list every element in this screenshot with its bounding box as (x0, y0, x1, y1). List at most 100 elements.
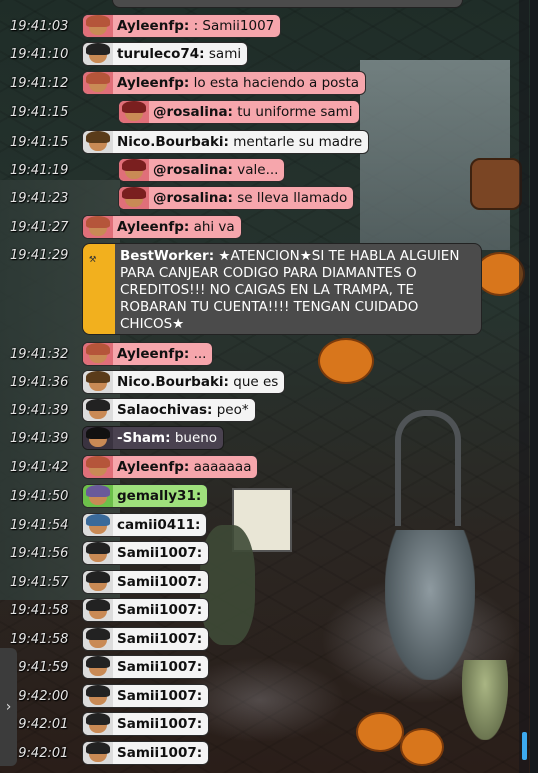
avatar[interactable] (119, 187, 149, 209)
wrench-icon: ⚒ (89, 251, 97, 265)
avatar[interactable] (83, 216, 113, 238)
avatar[interactable] (83, 599, 113, 621)
chat-username[interactable]: Nico.Bourbaki: (117, 374, 229, 390)
chat-timestamp: 19:41:42 (10, 460, 69, 475)
chat-bubble[interactable]: Samii1007: (82, 627, 210, 651)
chat-username[interactable]: Nico.Bourbaki: (117, 134, 229, 150)
chat-username[interactable]: @rosalina: (153, 190, 233, 206)
avatar[interactable] (119, 101, 149, 123)
chat-bubble[interactable]: @rosalina: tu uniforme sami (118, 100, 360, 124)
chat-username[interactable]: Samii1007: (117, 716, 202, 732)
avatar-hair (86, 343, 110, 355)
chat-message-body: ... (193, 346, 207, 362)
chat-message-body: sami (208, 46, 242, 62)
avatar[interactable] (83, 656, 113, 678)
avatar-hair (86, 514, 110, 526)
avatar[interactable] (83, 131, 113, 153)
chat-username[interactable]: Samii1007: (117, 745, 202, 761)
chat-message-body: se lleva llamado (237, 190, 348, 206)
chat-username[interactable]: gemally31: (117, 488, 201, 504)
chat-username[interactable]: Samii1007: (117, 574, 202, 590)
chat-bubble[interactable]: Samii1007: (82, 598, 210, 622)
chat-username[interactable]: turuleco74: (117, 46, 205, 62)
chat-message-body: : Samii1007 (193, 18, 275, 34)
avatar[interactable] (83, 456, 113, 478)
chat-message-text: Ayleenfp: : Samii1007 (113, 18, 280, 34)
avatar[interactable] (83, 628, 113, 650)
chevron-right-icon: › (5, 699, 12, 715)
chat-bubble[interactable]: Ayleenfp: lo esta haciendo a posta (82, 71, 367, 95)
avatar[interactable] (83, 15, 113, 37)
chat-username[interactable]: Ayleenfp: (117, 18, 189, 34)
chat-timestamp: 19:41:39 (10, 403, 69, 418)
chat-username[interactable]: Ayleenfp: (117, 459, 189, 475)
chat-bubble[interactable]: Samii1007: (82, 570, 210, 594)
chat-username[interactable]: camii0411: (117, 517, 200, 533)
chat-username[interactable]: -Sham: (117, 430, 171, 446)
chat-bubble[interactable]: Ayleenfp: ... (82, 342, 214, 366)
avatar[interactable] (83, 371, 113, 393)
chat-bubble[interactable]: Ayleenfp: ahi va (82, 215, 242, 239)
staff-announcement-bubble[interactable]: ⚒ BestWorker: ★ATENCION★SI TE HABLA ALGU… (82, 243, 482, 335)
avatar-hair (86, 656, 110, 668)
avatar-hair (86, 713, 110, 725)
chat-bubble[interactable]: -Sham: bueno (82, 426, 225, 450)
avatar-hair (86, 15, 110, 27)
avatar-hair (86, 456, 110, 468)
chat-bubble[interactable]: Samii1007: (82, 684, 210, 708)
chat-username[interactable]: @rosalina: (153, 162, 233, 178)
chat-bubble[interactable]: Samii1007: (82, 655, 210, 679)
chat-bubble[interactable]: Nico.Bourbaki: que es (82, 370, 286, 394)
chat-bubble[interactable]: gemally31: (82, 484, 209, 508)
chat-username[interactable]: Samii1007: (117, 631, 202, 647)
avatar-hair (122, 187, 146, 199)
chat-username[interactable]: @rosalina: (153, 104, 233, 120)
avatar[interactable] (83, 514, 113, 536)
chat-username[interactable]: Samii1007: (117, 602, 202, 618)
chat-scrollbar[interactable] (519, 0, 529, 773)
chat-bubble[interactable]: @rosalina: se lleva llamado (118, 186, 355, 210)
chat-timestamp: 19:41:58 (10, 603, 69, 618)
avatar[interactable] (119, 159, 149, 181)
chat-bubble[interactable]: turuleco74: sami (82, 42, 249, 66)
chat-username[interactable]: Samii1007: (117, 659, 202, 675)
chat-bubble[interactable]: Samii1007: (82, 541, 210, 565)
chat-bubble[interactable]: Nico.Bourbaki: mentarle su madre (82, 130, 370, 154)
avatar-hair (86, 599, 110, 611)
chat-username[interactable]: Ayleenfp: (117, 75, 189, 91)
chat-timestamp: 19:41:36 (10, 375, 69, 390)
avatar[interactable] (83, 685, 113, 707)
avatar[interactable] (83, 43, 113, 65)
chat-bubble[interactable]: @rosalina: vale... (118, 158, 286, 182)
expand-chat-toggle[interactable]: › (0, 648, 17, 766)
avatar[interactable] (83, 571, 113, 593)
avatar[interactable] (83, 343, 113, 365)
chat-bubble[interactable]: Samii1007: (82, 712, 210, 736)
chat-scrollbar-thumb[interactable] (522, 732, 527, 760)
chat-bubble[interactable]: Ayleenfp: aaaaaaa (82, 455, 259, 479)
avatar[interactable] (83, 399, 113, 421)
chat-username[interactable]: Salaochivas: (117, 402, 212, 418)
chat-timestamp: 19:41:57 (10, 575, 69, 590)
chat-message-text: @rosalina: tu uniforme sami (149, 104, 359, 120)
chat-message-text: @rosalina: vale... (149, 162, 284, 178)
chat-username[interactable]: Ayleenfp: (117, 346, 189, 362)
chat-bubble[interactable]: camii0411: (82, 513, 208, 537)
game-room-view[interactable]: insulto 19:41:03Ayleenfp: : Samii100719:… (0, 0, 538, 773)
chat-timestamp: 19:41:32 (10, 347, 69, 362)
avatar[interactable] (83, 542, 113, 564)
chat-bubble[interactable]: Salaochivas: peo* (82, 398, 256, 422)
chat-bubble[interactable]: Samii1007: (82, 741, 210, 765)
avatar[interactable] (83, 72, 113, 94)
avatar[interactable] (83, 485, 113, 507)
avatar[interactable] (83, 742, 113, 764)
chat-message-body: bueno (174, 430, 218, 446)
avatar[interactable] (83, 427, 113, 449)
chat-message-text: Nico.Bourbaki: mentarle su madre (113, 134, 368, 150)
avatar[interactable] (83, 713, 113, 735)
chat-message-body: vale... (237, 162, 279, 178)
chat-username[interactable]: Samii1007: (117, 688, 202, 704)
chat-bubble[interactable]: Ayleenfp: : Samii1007 (82, 14, 282, 38)
chat-username[interactable]: Ayleenfp: (117, 219, 189, 235)
chat-username[interactable]: Samii1007: (117, 545, 202, 561)
